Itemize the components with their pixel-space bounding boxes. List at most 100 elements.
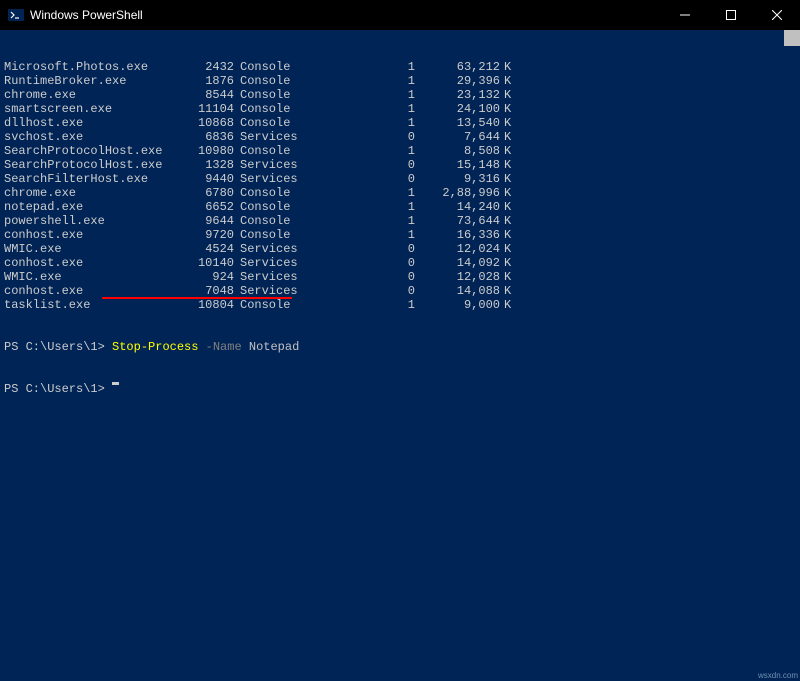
process-row: smartscreen.exe11104Console124,100K xyxy=(4,102,796,116)
process-pid: 7048 xyxy=(179,284,234,298)
process-row: Microsoft.Photos.exe2432Console163,212K xyxy=(4,60,796,74)
command-line-1: PS C:\Users\1> Stop-Process -Name Notepa… xyxy=(4,340,796,354)
process-session: Console xyxy=(234,102,320,116)
process-mem-unit: K xyxy=(500,144,511,158)
process-pid: 10140 xyxy=(179,256,234,270)
process-row: WMIC.exe924Services012,028K xyxy=(4,270,796,284)
terminal-output[interactable]: Microsoft.Photos.exe2432Console163,212KR… xyxy=(0,30,800,681)
titlebar[interactable]: Windows PowerShell xyxy=(0,0,800,30)
process-mem-unit: K xyxy=(500,186,511,200)
process-mem-unit: K xyxy=(500,172,511,186)
process-session-num: 1 xyxy=(320,214,415,228)
minimize-button[interactable] xyxy=(662,0,708,30)
process-session-num: 1 xyxy=(320,60,415,74)
process-name: conhost.exe xyxy=(4,284,179,298)
scrollbar-thumb[interactable] xyxy=(784,30,800,46)
process-session-num: 0 xyxy=(320,172,415,186)
process-session: Services xyxy=(234,284,320,298)
cursor xyxy=(112,382,119,385)
process-name: WMIC.exe xyxy=(4,270,179,284)
process-memory: 16,336 xyxy=(415,228,500,242)
process-memory: 73,644 xyxy=(415,214,500,228)
process-mem-unit: K xyxy=(500,88,511,102)
process-row: SearchProtocolHost.exe1328Services015,14… xyxy=(4,158,796,172)
process-session: Console xyxy=(234,200,320,214)
process-pid: 9720 xyxy=(179,228,234,242)
process-name: notepad.exe xyxy=(4,200,179,214)
process-name: RuntimeBroker.exe xyxy=(4,74,179,88)
process-pid: 4524 xyxy=(179,242,234,256)
process-row: WMIC.exe4524Services012,024K xyxy=(4,242,796,256)
process-name: Microsoft.Photos.exe xyxy=(4,60,179,74)
process-row: dllhost.exe10868Console113,540K xyxy=(4,116,796,130)
process-memory: 23,132 xyxy=(415,88,500,102)
process-name: svchost.exe xyxy=(4,130,179,144)
process-memory: 9,316 xyxy=(415,172,500,186)
maximize-button[interactable] xyxy=(708,0,754,30)
process-session: Services xyxy=(234,172,320,186)
process-session: Console xyxy=(234,228,320,242)
process-session-num: 0 xyxy=(320,256,415,270)
process-memory: 14,092 xyxy=(415,256,500,270)
process-session: Services xyxy=(234,270,320,284)
process-name: SearchProtocolHost.exe xyxy=(4,158,179,172)
close-button[interactable] xyxy=(754,0,800,30)
process-session-num: 1 xyxy=(320,116,415,130)
process-pid: 6780 xyxy=(179,186,234,200)
process-session: Console xyxy=(234,74,320,88)
process-mem-unit: K xyxy=(500,298,511,312)
process-mem-unit: K xyxy=(500,116,511,130)
process-row: conhost.exe7048Services014,088K xyxy=(4,284,796,298)
process-pid: 11104 xyxy=(179,102,234,116)
process-session-num: 0 xyxy=(320,284,415,298)
process-session-num: 1 xyxy=(320,200,415,214)
prompt-text: PS C:\Users\1> xyxy=(4,340,112,354)
process-pid: 10868 xyxy=(179,116,234,130)
process-mem-unit: K xyxy=(500,74,511,88)
process-memory: 63,212 xyxy=(415,60,500,74)
process-row: powershell.exe9644Console173,644K xyxy=(4,214,796,228)
process-pid: 8544 xyxy=(179,88,234,102)
cmd-arg: Notepad xyxy=(249,340,299,354)
process-row: chrome.exe6780Console12,88,996K xyxy=(4,186,796,200)
process-name: SearchFilterHost.exe xyxy=(4,172,179,186)
process-memory: 14,240 xyxy=(415,200,500,214)
process-mem-unit: K xyxy=(500,60,511,74)
powershell-window: Windows PowerShell Microsoft.Photos.exe2… xyxy=(0,0,800,681)
command-line-2[interactable]: PS C:\Users\1> xyxy=(4,382,796,396)
process-row: tasklist.exe10804Console19,000K xyxy=(4,298,796,312)
process-session-num: 0 xyxy=(320,242,415,256)
process-row: conhost.exe10140Services014,092K xyxy=(4,256,796,270)
process-session: Console xyxy=(234,186,320,200)
process-name: chrome.exe xyxy=(4,88,179,102)
cmdlet-name: Stop-Process xyxy=(112,340,198,354)
process-pid: 10980 xyxy=(179,144,234,158)
process-name: conhost.exe xyxy=(4,256,179,270)
process-memory: 12,028 xyxy=(415,270,500,284)
process-name: chrome.exe xyxy=(4,186,179,200)
process-session-num: 0 xyxy=(320,158,415,172)
process-pid: 2432 xyxy=(179,60,234,74)
process-session-num: 0 xyxy=(320,270,415,284)
process-session: Services xyxy=(234,158,320,172)
process-mem-unit: K xyxy=(500,256,511,270)
process-session: Console xyxy=(234,60,320,74)
process-session: Services xyxy=(234,256,320,270)
process-mem-unit: K xyxy=(500,270,511,284)
process-memory: 14,088 xyxy=(415,284,500,298)
process-pid: 6836 xyxy=(179,130,234,144)
process-session: Services xyxy=(234,130,320,144)
process-session: Console xyxy=(234,298,320,312)
process-memory: 2,88,996 xyxy=(415,186,500,200)
process-session-num: 1 xyxy=(320,298,415,312)
process-session-num: 1 xyxy=(320,144,415,158)
process-memory: 15,148 xyxy=(415,158,500,172)
process-session-num: 0 xyxy=(320,130,415,144)
process-memory: 29,396 xyxy=(415,74,500,88)
process-mem-unit: K xyxy=(500,242,511,256)
process-name: smartscreen.exe xyxy=(4,102,179,116)
highlight-underline xyxy=(102,297,292,299)
process-row: chrome.exe8544Console123,132K xyxy=(4,88,796,102)
process-name: dllhost.exe xyxy=(4,116,179,130)
process-session-num: 1 xyxy=(320,74,415,88)
